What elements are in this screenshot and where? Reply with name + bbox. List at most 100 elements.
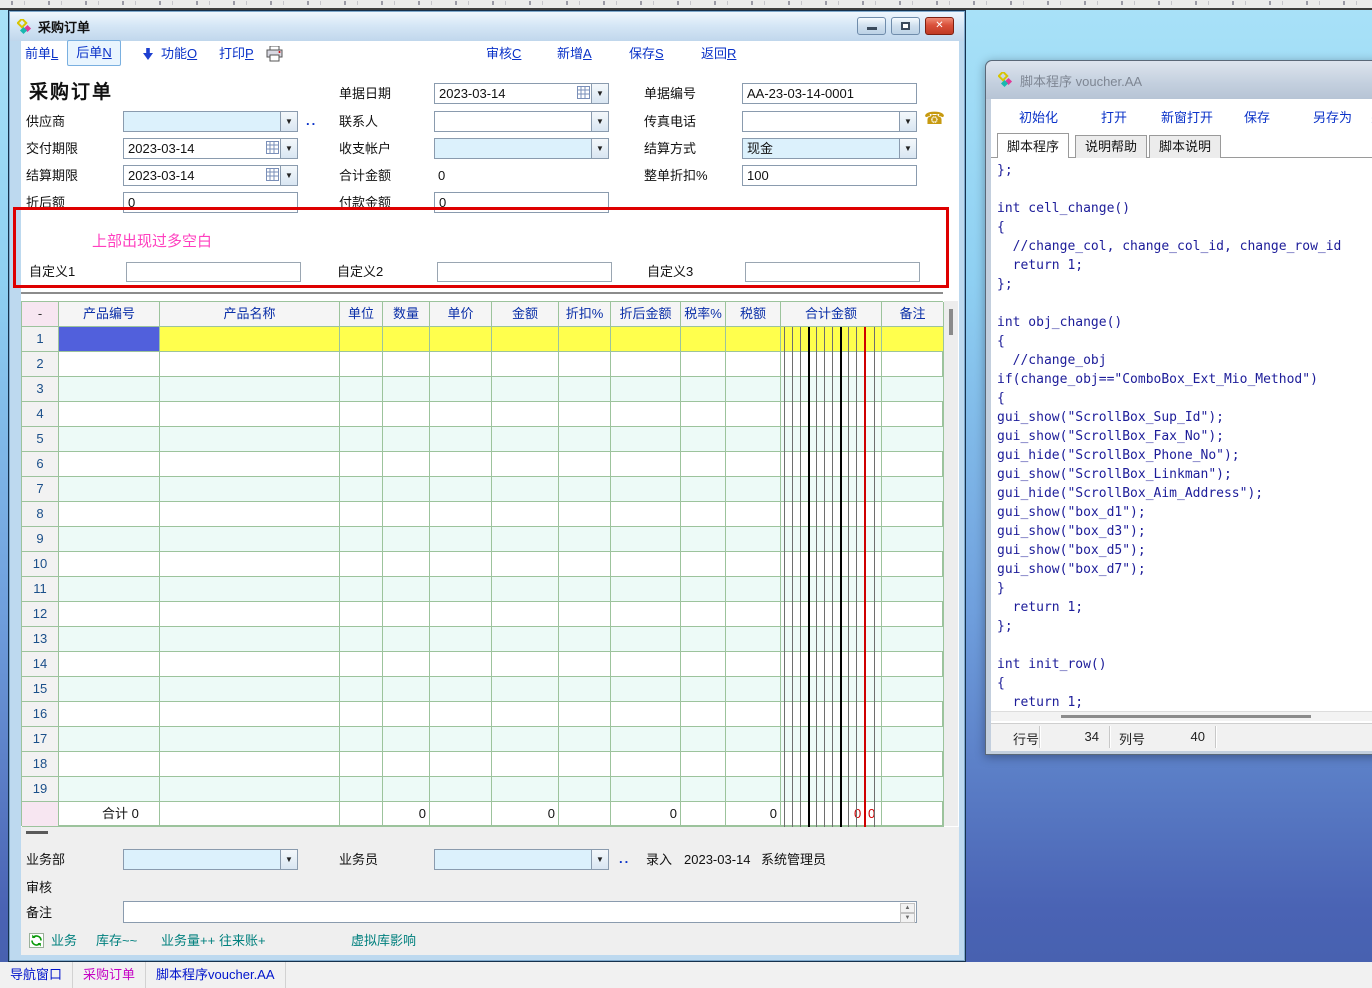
row-number[interactable]: 10 xyxy=(22,552,59,577)
table-cell[interactable] xyxy=(383,502,430,527)
table-cell[interactable] xyxy=(781,427,882,452)
account-combo[interactable]: ▼ xyxy=(434,138,609,159)
table-cell[interactable] xyxy=(681,752,726,777)
table-cell[interactable] xyxy=(611,327,681,352)
remark-spinner[interactable]: ▲▼ xyxy=(900,903,915,921)
table-cell[interactable] xyxy=(559,677,611,702)
table-cell[interactable] xyxy=(340,652,383,677)
discount-input[interactable]: 100 xyxy=(742,165,917,186)
table-cell[interactable] xyxy=(882,602,944,627)
table-cell[interactable] xyxy=(781,627,882,652)
header-cell[interactable]: 产品编号 xyxy=(59,302,160,327)
table-cell[interactable] xyxy=(430,352,492,377)
table-cell[interactable] xyxy=(160,352,340,377)
table-cell[interactable] xyxy=(781,602,882,627)
table-cell[interactable] xyxy=(492,577,559,602)
table-cell[interactable] xyxy=(681,727,726,752)
table-cell[interactable] xyxy=(559,777,611,802)
table-cell[interactable] xyxy=(726,677,781,702)
table-cell[interactable] xyxy=(340,777,383,802)
supplier-more-button[interactable]: .. xyxy=(306,113,317,128)
script-open-new-window-button[interactable]: 新窗打开 xyxy=(1161,107,1213,126)
functions-button[interactable]: 功能O xyxy=(161,43,197,65)
table-cell[interactable] xyxy=(383,652,430,677)
table-cell[interactable] xyxy=(492,602,559,627)
table-cell[interactable] xyxy=(492,627,559,652)
table-cell[interactable] xyxy=(492,427,559,452)
table-cell[interactable] xyxy=(681,702,726,727)
table-cell[interactable] xyxy=(430,602,492,627)
table-cell[interactable] xyxy=(681,452,726,477)
header-cell[interactable]: 单价 xyxy=(430,302,492,327)
header-cell[interactable]: 税率% xyxy=(681,302,726,327)
table-cell[interactable] xyxy=(781,527,882,552)
splitter-handle[interactable] xyxy=(26,831,48,834)
table-cell[interactable] xyxy=(383,402,430,427)
table-cell[interactable] xyxy=(781,402,882,427)
dropdown-arrow-icon[interactable]: ▼ xyxy=(899,112,916,131)
row-number[interactable]: 16 xyxy=(22,702,59,727)
settle-date-combo[interactable]: 2023-03-14 ▼ xyxy=(123,165,298,186)
table-cell[interactable] xyxy=(681,427,726,452)
script-title-bar[interactable]: 脚本程序 voucher.AA xyxy=(986,61,1372,99)
table-cell[interactable] xyxy=(160,777,340,802)
table-cell[interactable] xyxy=(559,377,611,402)
table-cell[interactable] xyxy=(340,452,383,477)
bottombar-business[interactable]: 业务 xyxy=(51,931,77,951)
table-cell[interactable] xyxy=(492,352,559,377)
supplier-combo[interactable]: ▼ xyxy=(123,111,298,132)
table-cell[interactable] xyxy=(559,602,611,627)
row-number[interactable]: 7 xyxy=(22,477,59,502)
table-cell[interactable] xyxy=(781,677,882,702)
table-cell[interactable] xyxy=(882,777,944,802)
table-cell[interactable] xyxy=(430,327,492,352)
table-cell[interactable] xyxy=(559,577,611,602)
table-cell[interactable] xyxy=(430,752,492,777)
task-purchase-order[interactable]: 采购订单 xyxy=(73,962,146,988)
doc-no-input[interactable]: AA-23-03-14-0001 xyxy=(742,83,917,104)
bottombar-virtual-stock[interactable]: 虚拟库影响 xyxy=(351,931,416,951)
table-cell[interactable] xyxy=(160,577,340,602)
table-cell[interactable] xyxy=(882,402,944,427)
table-cell[interactable] xyxy=(681,352,726,377)
table-cell[interactable] xyxy=(726,352,781,377)
table-cell[interactable] xyxy=(59,752,160,777)
table-cell[interactable] xyxy=(340,577,383,602)
row-number[interactable]: 2 xyxy=(22,352,59,377)
table-cell[interactable] xyxy=(59,627,160,652)
custom3-input[interactable] xyxy=(745,262,920,282)
staff-combo[interactable]: ▼ xyxy=(434,849,609,870)
calendar-icon[interactable] xyxy=(266,141,279,154)
row-number[interactable]: 6 xyxy=(22,452,59,477)
table-cell[interactable] xyxy=(882,677,944,702)
table-cell[interactable] xyxy=(492,527,559,552)
table-cell[interactable] xyxy=(781,577,882,602)
table-cell[interactable] xyxy=(781,702,882,727)
header-cell[interactable]: 备注 xyxy=(882,302,944,327)
refresh-icon[interactable] xyxy=(29,933,44,953)
table-cell[interactable] xyxy=(559,527,611,552)
table-cell[interactable] xyxy=(492,652,559,677)
header-cell[interactable]: 合计金额 xyxy=(781,302,882,327)
scrollbar-thumb[interactable] xyxy=(1061,715,1311,718)
table-cell[interactable] xyxy=(383,427,430,452)
table-cell[interactable] xyxy=(611,652,681,677)
table-cell[interactable] xyxy=(882,627,944,652)
table-cell[interactable] xyxy=(492,377,559,402)
table-cell[interactable] xyxy=(430,552,492,577)
row-number[interactable]: 12 xyxy=(22,602,59,627)
table-cell[interactable] xyxy=(559,502,611,527)
table-cell[interactable] xyxy=(781,452,882,477)
header-cell[interactable]: 税额 xyxy=(726,302,781,327)
table-cell[interactable] xyxy=(383,352,430,377)
next-doc-button[interactable]: 后单N xyxy=(67,40,121,66)
table-cell[interactable] xyxy=(383,552,430,577)
table-cell[interactable] xyxy=(340,602,383,627)
table-cell[interactable] xyxy=(781,752,882,777)
table-cell[interactable] xyxy=(383,602,430,627)
table-cell[interactable] xyxy=(611,352,681,377)
table-cell[interactable] xyxy=(781,652,882,677)
table-cell[interactable] xyxy=(430,502,492,527)
remark-input[interactable]: ▲▼ xyxy=(123,901,917,923)
table-cell[interactable] xyxy=(882,527,944,552)
